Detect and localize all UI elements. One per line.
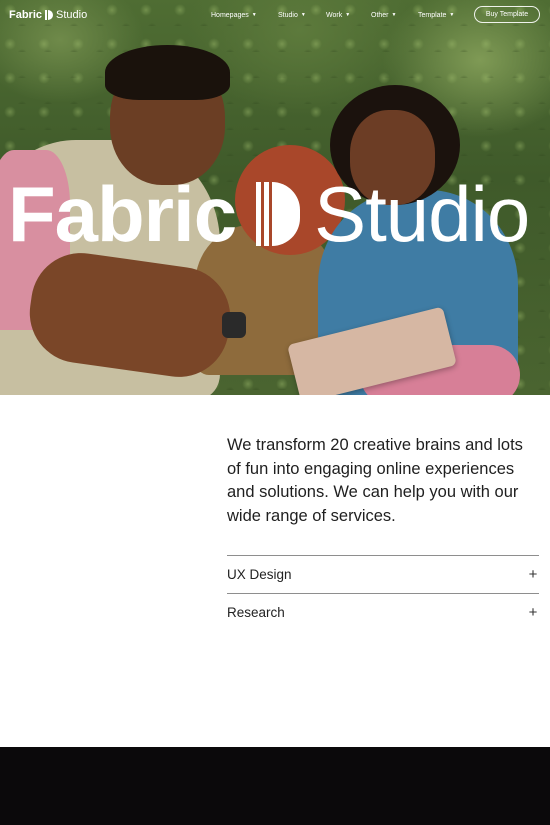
intro-paragraph: We transform 20 creative brains and lots…: [227, 436, 523, 525]
accordion-item-ux-design[interactable]: UX Design +: [227, 555, 539, 593]
hero-section: Fabric Studio Homepages ▼ Studio ▼ Work …: [0, 0, 550, 395]
chevron-down-icon: ▼: [449, 11, 455, 18]
hero-logo: Fabric Studio: [8, 170, 548, 258]
nav-item-other[interactable]: Other ▼: [371, 10, 396, 20]
nav-item-template[interactable]: Template ▼: [418, 10, 454, 20]
logo-text-bold: Fabric: [9, 9, 43, 21]
chevron-down-icon: ▼: [391, 11, 397, 18]
hero-logo-bold: Fabric: [8, 170, 237, 258]
nav-item-label: Work: [326, 11, 343, 19]
hero-logo-light: Studio: [314, 170, 530, 258]
nav-item-label: Other: [371, 11, 389, 19]
logo-text-light: Studio: [56, 9, 88, 21]
chevron-down-icon: ▼: [300, 11, 306, 18]
chevron-down-icon: ▼: [345, 11, 351, 18]
plus-icon[interactable]: +: [527, 566, 539, 583]
buy-template-button[interactable]: Buy Template: [474, 6, 540, 23]
chevron-down-icon: ▼: [251, 11, 257, 18]
plus-icon[interactable]: +: [527, 604, 539, 621]
nav-item-label: Template: [418, 11, 447, 19]
top-navigation: Fabric Studio Homepages ▼ Studio ▼ Work …: [0, 0, 550, 30]
person-left-hair: [105, 45, 230, 100]
nav-item-label: Studio: [278, 11, 298, 19]
nav-item-homepages[interactable]: Homepages ▼: [211, 10, 257, 20]
nav-item-studio[interactable]: Studio ▼: [278, 10, 306, 20]
logo-mark-icon: [45, 10, 54, 20]
accordion-label: Research: [227, 605, 285, 620]
site-logo[interactable]: Fabric Studio: [9, 8, 87, 22]
nav-item-label: Homepages: [211, 11, 249, 19]
dark-footer-section: [0, 747, 550, 825]
wristwatch: [222, 312, 246, 338]
accordion-item-research[interactable]: Research +: [227, 593, 539, 631]
nav-item-work[interactable]: Work ▼: [326, 10, 350, 20]
logo-mark-icon: [256, 182, 301, 246]
accordion-label: UX Design: [227, 567, 292, 582]
